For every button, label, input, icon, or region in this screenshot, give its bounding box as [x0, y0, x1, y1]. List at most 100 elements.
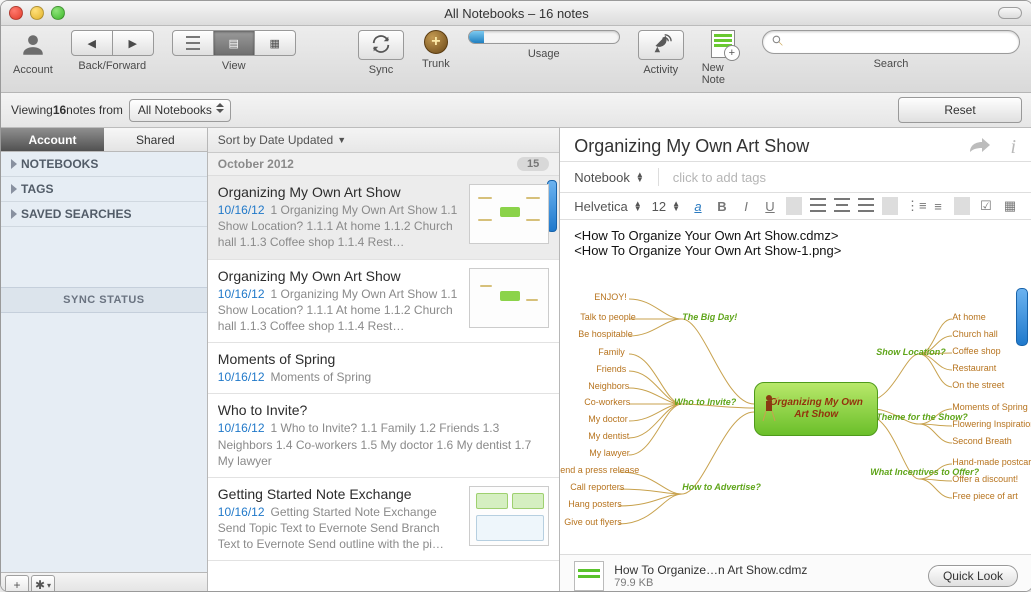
notebook-select[interactable]: Notebook ▲▼ [574, 170, 644, 185]
note-title: Who to Invite? [218, 402, 549, 418]
main-toolbar: Account ◀ ▶ Back/Forward ▤ ▦ View [1, 26, 1031, 93]
italic-button[interactable]: I [738, 199, 754, 214]
tab-shared[interactable]: Shared [104, 128, 207, 152]
month-header: October 2012 15 [208, 153, 559, 176]
note-title: Organizing My Own Art Show [218, 268, 461, 284]
note-date: 10/16/12 [218, 505, 265, 519]
viewing-text-pre: Viewing [11, 103, 53, 117]
notes-scroll-area[interactable]: Organizing My Own Art Show 10/16/121 Org… [208, 176, 559, 592]
trunk-group: + Trunk [422, 30, 450, 70]
align-left-icon [810, 198, 826, 212]
note-title: Organizing My Own Art Show [218, 184, 461, 200]
table-icon: ▦ [1004, 198, 1016, 213]
forward-button[interactable]: ▶ [113, 30, 154, 56]
quick-look-button[interactable]: Quick Look [928, 565, 1018, 587]
sync-arrows-icon [370, 33, 392, 58]
divider [882, 197, 898, 215]
window-title: All Notebooks – 16 notes [444, 6, 589, 21]
sort-bar[interactable]: Sort by Date Updated ▼ [208, 128, 559, 153]
usage-label: Usage [528, 48, 560, 60]
notebook-filter-select[interactable]: All Notebooks [129, 99, 231, 122]
tags-field[interactable]: click to add tags [673, 170, 766, 185]
note-content-area[interactable]: <How To Organize Your Own Art Show.cdmz>… [560, 220, 1031, 554]
month-label: October 2012 [218, 157, 294, 171]
disclosure-triangle-icon [11, 184, 17, 194]
info-icon: i [1010, 136, 1016, 158]
newnote-group: + New Note [702, 30, 744, 86]
tab-account[interactable]: Account [1, 128, 104, 152]
font-select[interactable]: Helvetica▲▼ [574, 199, 641, 214]
quick-look-label: Quick Look [943, 569, 1003, 583]
minimize-window-button[interactable] [30, 6, 44, 20]
sync-button[interactable] [358, 30, 404, 60]
bullet-list-button[interactable]: ⋮≡ [906, 198, 922, 214]
close-window-button[interactable] [9, 6, 23, 20]
satellite-dish-icon [650, 33, 672, 58]
detail-header: Organizing My Own Art Show i [560, 128, 1031, 162]
sidebar-tabs: Account Shared [1, 128, 207, 152]
align-right-button[interactable] [858, 198, 874, 215]
plus-badge-icon: + [724, 45, 740, 61]
leaf: Flowering Inspiration [952, 419, 1031, 429]
sidebar-item-tags[interactable]: TAGS [1, 177, 207, 202]
fontsize-select[interactable]: 12▲▼ [652, 199, 680, 214]
activity-label: Activity [643, 64, 678, 76]
note-date: 10/16/12 [218, 370, 265, 384]
leaf: My lawyer [589, 448, 630, 458]
note-item[interactable]: Moments of Spring 10/16/12Moments of Spr… [208, 343, 559, 394]
view-list-button[interactable] [172, 30, 214, 56]
account-button[interactable] [18, 30, 48, 60]
sidebar-item-notebooks[interactable]: NOTEBOOKS [1, 152, 207, 177]
search-group: Search [762, 30, 1020, 70]
search-field[interactable] [762, 30, 1020, 54]
align-center-button[interactable] [834, 198, 850, 215]
table-button[interactable]: ▦ [1002, 198, 1018, 214]
detail-scrollbar-thumb[interactable] [1016, 288, 1028, 346]
disclosure-triangle-icon [11, 209, 17, 219]
settings-button[interactable]: ✱▾ [31, 575, 55, 592]
month-count-badge: 15 [517, 157, 549, 171]
note-item[interactable]: Who to Invite? 10/16/121 Who to Invite? … [208, 394, 559, 478]
viewing-count: 16 [53, 103, 66, 117]
note-item[interactable]: Organizing My Own Art Show 10/16/121 Org… [208, 176, 559, 260]
leaf: Friends [596, 364, 626, 374]
card-view-icon: ▦ [267, 35, 283, 51]
new-note-button[interactable]: + [711, 30, 735, 58]
view-card-button[interactable]: ▦ [255, 30, 296, 56]
leaf: Co-workers [584, 397, 630, 407]
note-item[interactable]: Organizing My Own Art Show 10/16/121 Org… [208, 260, 559, 344]
sidebar-item-saved-searches[interactable]: SAVED SEARCHES [1, 202, 207, 227]
leaf: On the street [952, 380, 1004, 390]
view-snippet-button[interactable]: ▤ [214, 30, 255, 56]
trunk-button[interactable]: + [424, 30, 448, 54]
checkbox-button[interactable]: ☑ [978, 198, 994, 214]
usage-progress[interactable] [468, 30, 620, 44]
search-input[interactable] [788, 34, 1011, 50]
nav-group: ◀ ▶ Back/Forward [71, 30, 154, 72]
toolbar-toggle-button[interactable] [998, 7, 1022, 19]
note-title: Moments of Spring [218, 351, 549, 367]
branch-bigday: The Big Day! [682, 312, 737, 322]
detail-title[interactable]: Organizing My Own Art Show [574, 136, 1018, 157]
share-button[interactable] [968, 136, 992, 160]
text-color-button[interactable]: a [690, 199, 706, 214]
number-list-button[interactable]: ≡ [930, 199, 946, 214]
stepper-arrows-icon: ▲▼ [636, 172, 644, 182]
info-button[interactable]: i [1010, 136, 1016, 160]
activity-button[interactable] [638, 30, 684, 60]
font-name: Helvetica [574, 199, 627, 214]
note-title: Getting Started Note Exchange [218, 486, 461, 502]
back-button[interactable]: ◀ [71, 30, 113, 56]
activity-group: Activity [638, 30, 684, 76]
reset-button[interactable]: Reset [898, 97, 1022, 123]
note-item[interactable]: Getting Started Note Exchange 10/16/12Ge… [208, 478, 559, 562]
sync-status-header: SYNC STATUS [1, 287, 207, 313]
sort-label: Sort by Date Updated [218, 133, 333, 147]
bold-button[interactable]: B [714, 199, 730, 214]
leaf: Church hall [952, 329, 998, 339]
underline-button[interactable]: U [762, 199, 778, 214]
zoom-window-button[interactable] [51, 6, 65, 20]
add-button[interactable]: + [5, 575, 29, 592]
align-left-button[interactable] [810, 198, 826, 215]
triangle-left-icon: ◀ [88, 37, 96, 50]
